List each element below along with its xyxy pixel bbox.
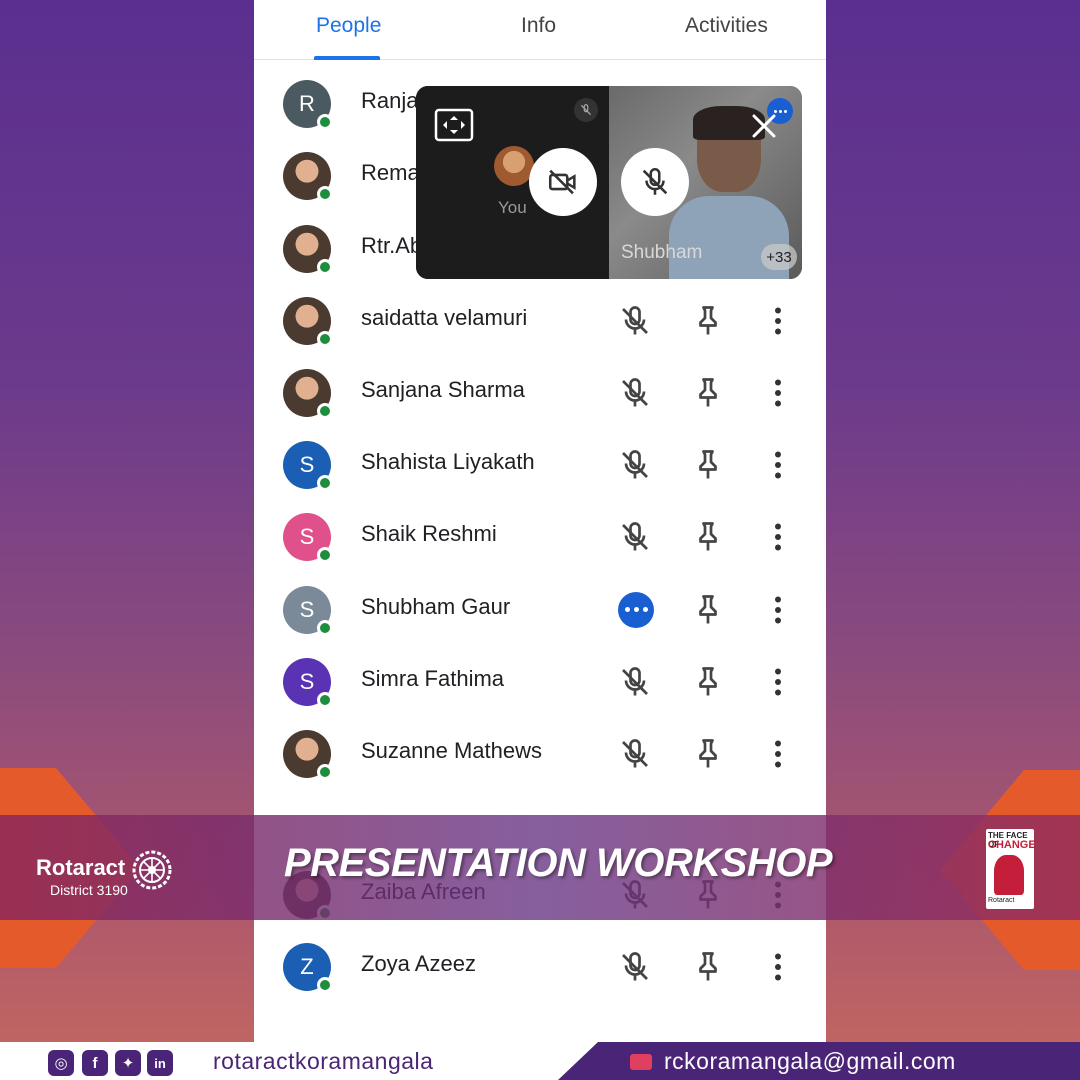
online-status-dot: [317, 977, 333, 993]
online-status-dot: [317, 186, 333, 203]
participant-row[interactable]: Z Zoya Azeez: [254, 931, 826, 1003]
mic-off-button[interactable]: [621, 148, 689, 216]
linkedin-icon[interactable]: in: [147, 1050, 173, 1076]
online-status-dot: [317, 764, 333, 780]
pin-icon[interactable]: [690, 949, 726, 985]
tab-people[interactable]: People: [316, 14, 381, 38]
online-status-dot: [317, 547, 333, 564]
facebook-icon[interactable]: f: [82, 1050, 108, 1076]
tab-activities[interactable]: Activities: [685, 14, 768, 38]
mic-off-icon[interactable]: [617, 664, 653, 700]
mic-off-icon[interactable]: [617, 447, 653, 483]
event-banner: Rotaract District 3190 PRESENTATION WORK…: [0, 815, 1080, 920]
self-video-tile: You: [416, 86, 609, 279]
online-status-dot: [317, 114, 333, 131]
participant-row[interactable]: S Shubham Gaur: [254, 574, 826, 646]
self-label: You: [498, 198, 527, 217]
participant-name: Rema: [361, 160, 420, 186]
mic-off-icon[interactable]: [617, 375, 653, 411]
twitter-icon[interactable]: ✦: [115, 1050, 141, 1076]
participant-name: Shaik Reshmi: [361, 521, 497, 547]
more-options-icon[interactable]: [760, 447, 796, 483]
participant-row[interactable]: S Shahista Liyakath: [254, 429, 826, 501]
rotaract-district: District 3190: [50, 882, 128, 898]
camera-off-icon: [548, 169, 576, 195]
participant-name: saidatta velamuri: [361, 304, 528, 330]
tab-info[interactable]: Info: [521, 14, 556, 38]
close-icon[interactable]: [748, 110, 780, 142]
fullscreen-icon[interactable]: [434, 108, 474, 142]
camera-off-button[interactable]: [529, 148, 597, 216]
speaking-indicator-icon: [618, 591, 654, 628]
more-options-icon[interactable]: [760, 592, 796, 628]
pin-icon[interactable]: [690, 736, 726, 772]
more-options-icon[interactable]: [760, 664, 796, 700]
self-muted-mic-icon: [574, 98, 598, 122]
pin-icon[interactable]: [690, 664, 726, 700]
pin-icon[interactable]: [690, 447, 726, 483]
online-status-dot: [317, 258, 333, 275]
pin-icon[interactable]: [690, 592, 726, 628]
tab-bar: People Info Activities: [254, 0, 826, 60]
mic-off-icon: [642, 167, 668, 195]
pin-icon[interactable]: [690, 303, 726, 339]
remote-name-label: Shubham: [621, 242, 703, 263]
more-options-icon[interactable]: [760, 736, 796, 772]
contact-email[interactable]: rckoramangala@gmail.com: [664, 1048, 956, 1075]
participant-name: Sanjana Sharma: [361, 377, 525, 402]
video-pip-panel[interactable]: You Shubham +33: [416, 86, 802, 279]
more-options-icon[interactable]: [760, 375, 796, 411]
more-options-icon[interactable]: [760, 949, 796, 985]
participant-row[interactable]: Suzanne Mathews: [254, 718, 826, 790]
online-status-dot: [317, 475, 333, 492]
participant-name: Suzanne Mathews: [361, 738, 542, 763]
pin-icon[interactable]: [690, 519, 726, 555]
instagram-icon[interactable]: ◎: [48, 1050, 74, 1076]
participant-name: Ranja: [361, 88, 419, 114]
banner-title: PRESENTATION WORKSHOP: [284, 841, 833, 885]
rotary-wheel-icon: [132, 850, 172, 890]
mic-off-icon[interactable]: [617, 949, 653, 985]
mail-icon: [630, 1054, 652, 1070]
footer-bar: ◎ f ✦ in rotaractkoramangala rckoramanga…: [0, 1042, 1080, 1080]
mic-off-icon[interactable]: [617, 736, 653, 772]
active-tab-indicator: [314, 56, 380, 60]
participant-row[interactable]: S Shaik Reshmi: [254, 501, 826, 573]
online-status-dot: [317, 619, 333, 636]
participant-row[interactable]: Sanjana Sharma: [254, 357, 826, 429]
overflow-count-badge[interactable]: +33: [761, 244, 797, 270]
rotaract-logo-text: Rotaract: [36, 855, 126, 880]
participant-row[interactable]: S Simra Fathima: [254, 646, 826, 718]
mic-off-icon[interactable]: [617, 519, 653, 555]
participant-name: Shahista Liyakath: [361, 449, 535, 475]
mic-off-icon[interactable]: [617, 303, 653, 339]
online-status-dot: [317, 691, 333, 708]
participant-name: Zoya Azeez: [361, 951, 476, 976]
participant-name: Shubham Gaur: [361, 593, 511, 619]
social-handle[interactable]: rotaractkoramangala: [213, 1048, 433, 1075]
self-avatar: [494, 146, 534, 186]
participant-row[interactable]: saidatta velamuri: [254, 285, 826, 357]
more-options-icon[interactable]: [760, 519, 796, 555]
pin-icon[interactable]: [690, 375, 726, 411]
online-status-dot: [317, 403, 333, 419]
more-options-icon[interactable]: [760, 303, 796, 339]
online-status-dot: [317, 330, 333, 347]
participant-name: Simra Fathima: [361, 665, 505, 691]
face-of-change-logo: THE FACE OF CHANGE Rotaract: [986, 829, 1036, 909]
